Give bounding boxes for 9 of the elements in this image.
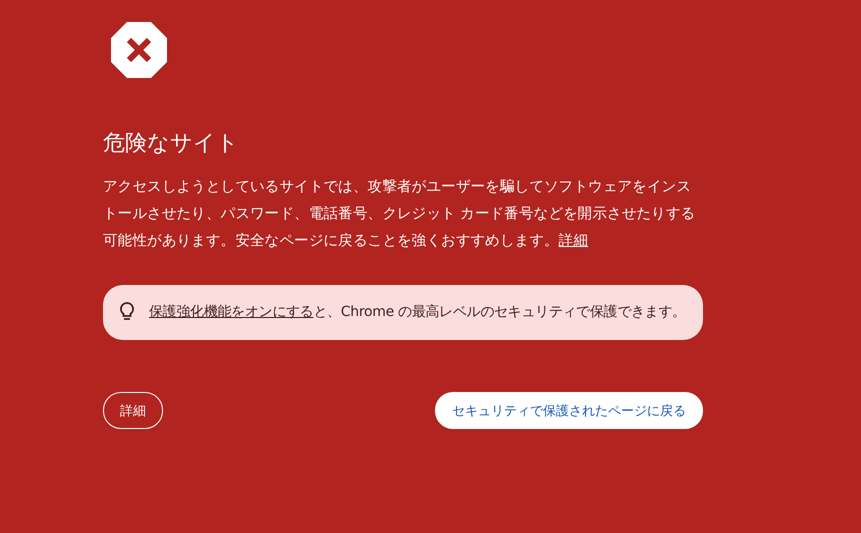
back-to-safety-button[interactable]: セキュリティで保護されたページに戻る <box>435 392 703 429</box>
enhanced-protection-link[interactable]: 保護強化機能をオンにする <box>149 304 314 320</box>
tip-text: 保護強化機能をオンにする と、Chrome の最高レベルのセキュリティで保護できます。 <box>149 303 686 322</box>
warning-description: アクセスしようとしているサイトでは、攻撃者がユーザーを騙してソフトウェアをインストールさせたり、パスワード、電話番号、クレジット カード番号などを開示させたりする可能性があります。安全なページに戻ることを強くおすすめします。詳細 <box>103 178 696 251</box>
lightbulb-icon <box>119 301 135 323</box>
page-title: 危険なサイト <box>103 130 240 158</box>
details-link[interactable]: 詳細 <box>558 233 588 249</box>
error-icon <box>111 22 167 78</box>
details-button[interactable]: 詳細 <box>103 392 163 429</box>
